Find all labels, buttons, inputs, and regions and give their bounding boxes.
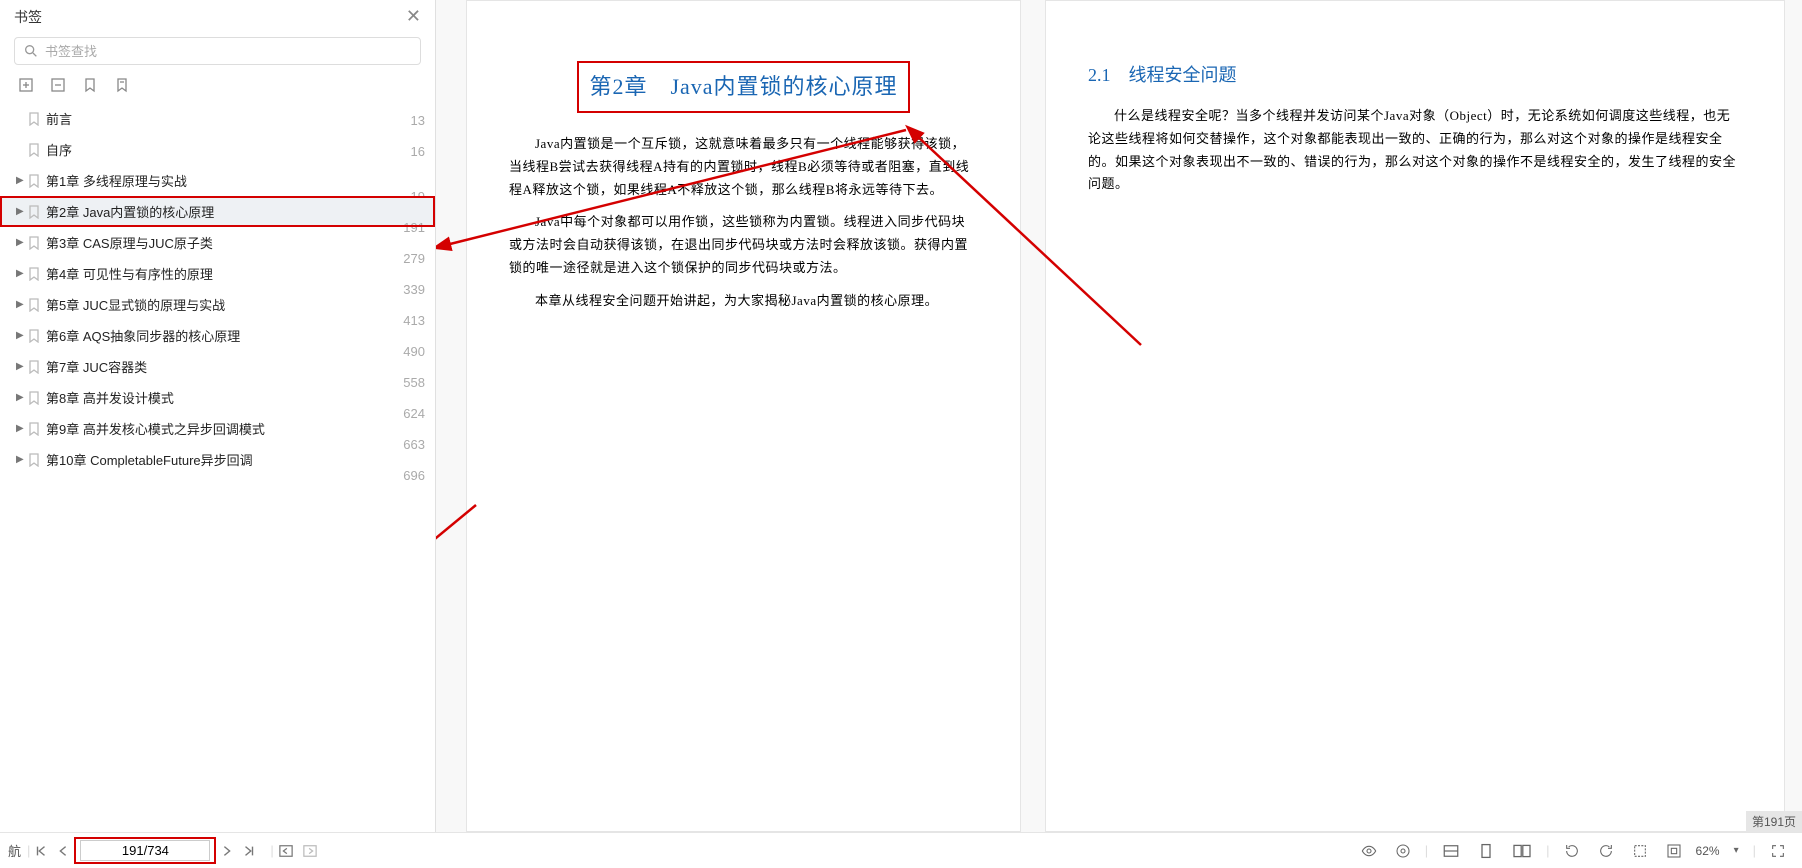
bookmark-label: 第8章 高并发设计模式 (46, 388, 385, 407)
bookmark-item[interactable]: ▶第10章 CompletableFuture异步回调696 (0, 444, 435, 475)
fullscreen-fit-icon[interactable] (1628, 841, 1652, 861)
bookmark-item[interactable]: ▶第9章 高并发核心模式之异步回调模式663 (0, 413, 435, 444)
bookmark-icon-a[interactable] (82, 77, 98, 93)
sidebar-toolbar (0, 73, 435, 103)
chevron-right-icon[interactable]: ▶ (16, 237, 26, 248)
bookmark-ribbon-icon (28, 329, 40, 343)
eye-icon[interactable] (1357, 841, 1381, 861)
paragraph: Java内置锁是一个互斥锁，这就意味着最多只有一个线程能够获得该锁，当线程B尝试… (509, 133, 978, 201)
bookmark-label: 第1章 多线程原理与实战 (46, 171, 385, 190)
bookmark-ribbon-icon (28, 422, 40, 436)
bookmark-ribbon-icon (28, 174, 40, 188)
nav-back-icon[interactable] (274, 842, 298, 860)
bookmark-label: 第5章 JUC显式锁的原理与实战 (46, 295, 385, 314)
paragraph: 本章从线程安全问题开始讲起，为大家揭秘Java内置锁的核心原理。 (509, 290, 978, 313)
bookmark-ribbon-icon (28, 143, 40, 157)
bookmark-ribbon-icon (28, 267, 40, 281)
two-page-icon[interactable] (1508, 841, 1536, 861)
bookmark-label: 第2章 Java内置锁的核心原理 (46, 202, 385, 221)
bookmark-ribbon-icon (28, 453, 40, 467)
bookmark-ribbon-icon (28, 112, 40, 126)
bookmark-search-box[interactable] (14, 37, 421, 65)
zoom-level[interactable]: 62% (1696, 844, 1720, 858)
chevron-right-icon[interactable]: ▶ (16, 268, 26, 279)
page-number-input[interactable] (80, 840, 210, 861)
zoom-chevron-icon[interactable]: ▾ (1730, 843, 1743, 858)
bookmark-label: 第10章 CompletableFuture异步回调 (46, 450, 385, 469)
bookmark-page-number: 696 (385, 468, 425, 483)
bookmark-item[interactable]: ▶第7章 JUC容器类558 (0, 351, 435, 382)
chevron-right-icon[interactable]: ▶ (16, 330, 26, 341)
chevron-right-icon[interactable]: ▶ (16, 361, 26, 372)
page-indicator-badge: 第191页 (1746, 811, 1802, 832)
search-icon (23, 43, 39, 59)
bookmark-label: 第9章 高并发核心模式之异步回调模式 (46, 419, 385, 438)
read-mode-icon[interactable] (1391, 841, 1415, 861)
document-viewport: 第2章 Java内置锁的核心原理 Java内置锁是一个互斥锁，这就意味着最多只有… (436, 0, 1802, 868)
chevron-right-icon[interactable]: ▶ (16, 392, 26, 403)
bookmark-label: 第4章 可见性与有序性的原理 (46, 264, 385, 283)
bookmark-item[interactable]: ▶第1章 多线程原理与实战19 (0, 165, 435, 196)
bookmark-item[interactable]: ▶第4章 可见性与有序性的原理339 (0, 258, 435, 289)
bookmark-item[interactable]: ▶第2章 Java内置锁的核心原理191 (0, 196, 435, 227)
bookmark-page-number: 16 (385, 144, 425, 159)
bookmark-item[interactable]: 前言13 (0, 103, 435, 134)
bookmark-label: 前言 (46, 109, 385, 128)
rotate-right-icon[interactable] (1594, 841, 1618, 861)
chevron-right-icon[interactable]: ▶ (16, 423, 26, 434)
bookmark-label: 第7章 JUC容器类 (46, 357, 385, 376)
bookmark-item[interactable]: ▶第6章 AQS抽象同步器的核心原理490 (0, 320, 435, 351)
actual-size-icon[interactable] (1662, 841, 1686, 861)
first-page-icon[interactable] (30, 842, 52, 860)
bookmark-item[interactable]: ▶第8章 高并发设计模式624 (0, 382, 435, 413)
bookmark-ribbon-icon (28, 391, 40, 405)
expand-all-icon[interactable] (18, 77, 34, 93)
bookmark-label: 自序 (46, 140, 385, 159)
chevron-right-icon[interactable]: ▶ (16, 299, 26, 310)
chapter-title-highlight: 第2章 Java内置锁的核心原理 (577, 61, 909, 113)
rotate-left-icon[interactable] (1560, 841, 1584, 861)
section-title: 2.1 线程安全问题 (1088, 61, 1742, 87)
fullscreen-icon[interactable] (1766, 841, 1790, 861)
bookmark-page-number: 13 (385, 113, 425, 128)
bookmark-icon-b[interactable] (114, 77, 130, 93)
bookmarks-sidebar: 书签 ✕ 前言13自序16▶第1章 多线程原理与实战19▶第2章 Java内置锁… (0, 0, 436, 868)
last-page-icon[interactable] (238, 842, 260, 860)
close-sidebar-icon[interactable]: ✕ (406, 6, 421, 27)
bookmark-label: 第3章 CAS原理与JUC原子类 (46, 233, 385, 252)
collapse-all-icon[interactable] (50, 77, 66, 93)
sidebar-title: 书签 (14, 7, 42, 27)
prev-page-icon[interactable] (52, 842, 74, 860)
page-left: 第2章 Java内置锁的核心原理 Java内置锁是一个互斥锁，这就意味着最多只有… (466, 0, 1021, 832)
bookmark-list: 前言13自序16▶第1章 多线程原理与实战19▶第2章 Java内置锁的核心原理… (0, 103, 435, 868)
nav-forward-icon[interactable] (298, 842, 322, 860)
page-nav-bar: 航 | | (0, 832, 436, 868)
bookmark-item[interactable]: 自序16 (0, 134, 435, 165)
chevron-right-icon[interactable]: ▶ (16, 175, 26, 186)
nav-label: 航 (4, 839, 27, 862)
bookmark-search-input[interactable] (45, 44, 412, 59)
bookmark-label: 第6章 AQS抽象同步器的核心原理 (46, 326, 385, 345)
next-page-icon[interactable] (216, 842, 238, 860)
single-page-icon[interactable] (1474, 841, 1498, 861)
bookmark-ribbon-icon (28, 360, 40, 374)
bookmark-ribbon-icon (28, 298, 40, 312)
chevron-right-icon[interactable]: ▶ (16, 206, 26, 217)
bookmark-ribbon-icon (28, 236, 40, 250)
fit-width-icon[interactable] (1438, 841, 1464, 861)
chevron-right-icon[interactable]: ▶ (16, 454, 26, 465)
bookmark-ribbon-icon (28, 205, 40, 219)
paragraph: Java中每个对象都可以用作锁，这些锁称为内置锁。线程进入同步代码块或方法时会自… (509, 211, 978, 279)
paragraph: 什么是线程安全呢？当多个线程并发访问某个Java对象（Object）时，无论系统… (1088, 105, 1742, 196)
bottom-toolbar: | | 62% ▾ | (436, 832, 1802, 868)
page-right: 2.1 线程安全问题 什么是线程安全呢？当多个线程并发访问某个Java对象（Ob… (1045, 0, 1785, 832)
chapter-title: 第2章 Java内置锁的核心原理 (589, 69, 897, 101)
bookmark-item[interactable]: ▶第5章 JUC显式锁的原理与实战413 (0, 289, 435, 320)
bookmark-item[interactable]: ▶第3章 CAS原理与JUC原子类279 (0, 227, 435, 258)
page-input-highlight (74, 837, 216, 864)
